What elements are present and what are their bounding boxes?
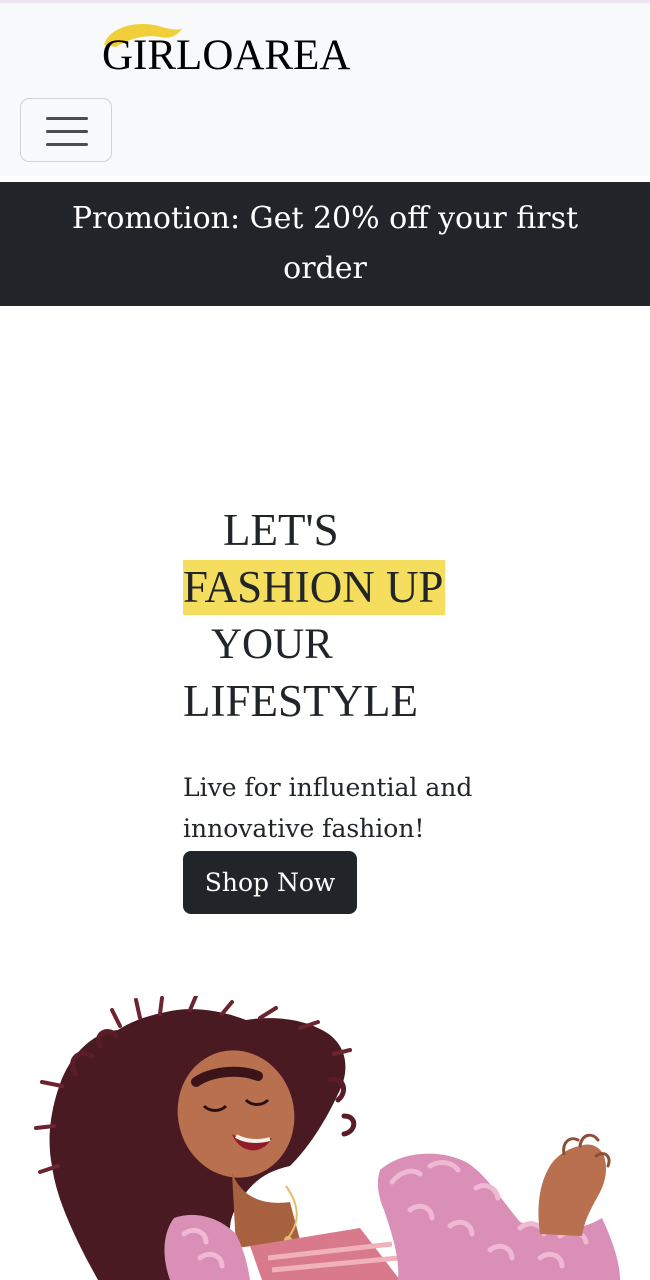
navbar: GIRLOAREA [0, 3, 650, 176]
hamburger-menu-icon [46, 117, 88, 120]
hero-model-image [34, 996, 620, 1280]
navbar-toggler-button[interactable] [20, 98, 112, 162]
headline-line-3: YOUR [211, 621, 333, 668]
promo-text: Promotion: Get 20% off your first order [71, 201, 579, 286]
shop-now-button[interactable]: Shop Now [183, 851, 357, 914]
headline-line-1: LET'S [223, 505, 339, 555]
hero-subtitle: Live for influential and innovative fash… [183, 773, 473, 843]
brand-logo[interactable]: GIRLOAREA [102, 21, 352, 81]
brand-name: GIRLOAREA [102, 32, 351, 79]
hero-section: LET'S FASHION UP YOUR LIFESTYLE Live for… [0, 306, 650, 1280]
hero-headline: LET'S FASHION UP YOUR LIFESTYLE [183, 502, 446, 730]
headline-line-4: LIFESTYLE [183, 676, 418, 726]
promo-banner: Promotion: Get 20% off your first order [0, 182, 650, 306]
hamburger-menu-icon-bar [46, 130, 88, 133]
headline-highlight: FASHION UP [183, 560, 446, 615]
hamburger-menu-icon-bar [46, 143, 88, 146]
